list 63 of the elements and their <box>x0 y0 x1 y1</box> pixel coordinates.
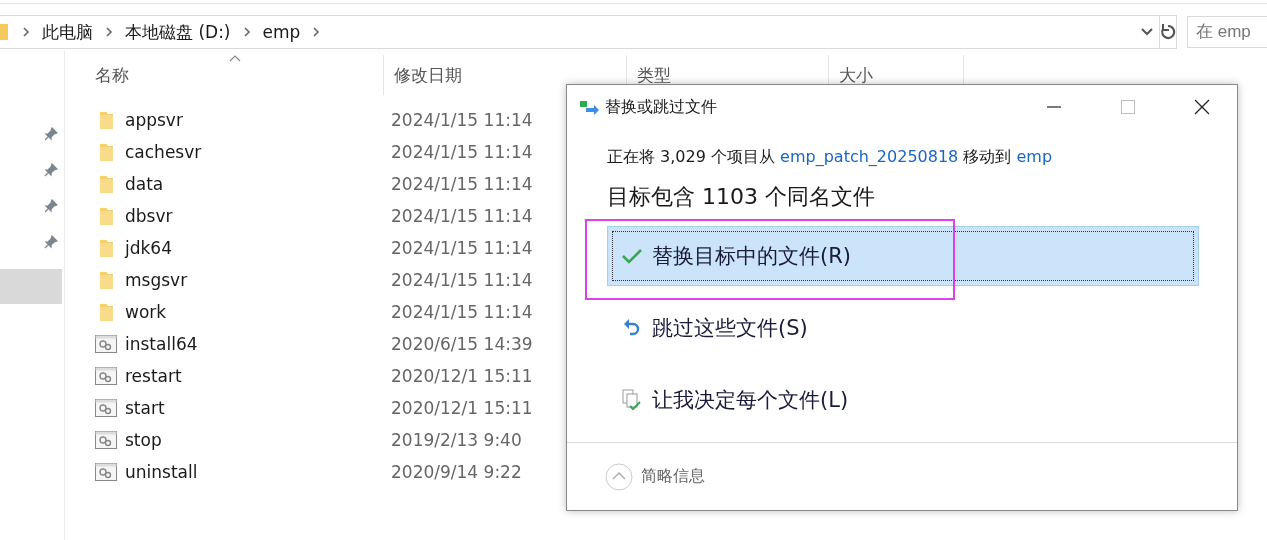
search-field[interactable]: 在 emp <box>1187 16 1267 48</box>
file-name[interactable]: install64 <box>125 334 391 354</box>
file-name[interactable]: restart <box>125 366 391 386</box>
chevron-icon[interactable] <box>22 27 30 37</box>
modified-date: 2020/12/1 15:11 <box>391 366 533 386</box>
maximize-icon <box>1121 100 1135 114</box>
option-button[interactable]: 跳过这些文件(S) <box>607 298 1199 358</box>
option-button[interactable]: 替换目标中的文件(R) <box>607 226 1199 286</box>
chevron-up-icon <box>605 462 633 491</box>
modified-date: 2024/1/15 11:14 <box>391 270 533 290</box>
file-name[interactable]: dbsvr <box>125 206 391 226</box>
file-name[interactable]: cachesvr <box>125 142 391 162</box>
modified-date: 2020/12/1 15:11 <box>391 398 533 418</box>
breadcrumb-item[interactable]: emp <box>262 22 301 42</box>
gear-file-icon <box>95 367 117 385</box>
file-name[interactable]: jdk64 <box>125 238 391 258</box>
file-name[interactable]: stop <box>125 430 391 450</box>
folder-link[interactable]: emp <box>1016 147 1053 166</box>
checkmark-icon <box>622 248 642 264</box>
file-name[interactable]: msgsvr <box>125 270 391 290</box>
pin-icon[interactable] <box>44 163 58 177</box>
dropdown-icon[interactable] <box>1141 28 1153 36</box>
modified-date: 2024/1/15 11:14 <box>391 110 533 130</box>
refresh-icon <box>1160 23 1176 41</box>
modified-date: 2024/1/15 11:14 <box>391 238 533 258</box>
modified-date: 2020/6/15 14:39 <box>391 334 533 354</box>
address-bar[interactable]: 此电脑 本地磁盘 (D:) emp <box>0 15 1160 49</box>
file-name[interactable]: work <box>125 302 391 322</box>
gear-file-icon <box>95 335 117 353</box>
breadcrumb-item[interactable]: 此电脑 <box>42 20 93 44</box>
pin-icon[interactable] <box>44 235 58 249</box>
file-name[interactable]: appsvr <box>125 110 391 130</box>
modified-date: 2019/2/13 9:40 <box>391 430 522 450</box>
file-name[interactable]: uninstall <box>125 462 391 482</box>
gear-file-icon <box>95 463 117 481</box>
folder-icon <box>0 24 8 40</box>
pin-icon[interactable] <box>44 127 58 141</box>
file-name[interactable]: start <box>125 398 391 418</box>
window-title: 替换或跳过文件 <box>605 96 717 118</box>
chevron-icon[interactable] <box>312 27 321 37</box>
gear-file-icon <box>95 431 117 449</box>
gear-file-icon <box>95 399 117 417</box>
details-toggle[interactable]: 简略信息 <box>605 462 705 491</box>
modified-date: 2020/9/14 9:22 <box>391 462 522 482</box>
modified-date: 2024/1/15 11:14 <box>391 302 533 322</box>
documents-icon <box>622 389 642 411</box>
file-name[interactable]: data <box>125 174 391 194</box>
breadcrumb-item[interactable]: 本地磁盘 (D:) <box>125 20 231 44</box>
option-button[interactable]: 让我决定每个文件(L) <box>607 370 1199 430</box>
modified-date: 2024/1/15 11:14 <box>391 142 533 162</box>
undo-arrow-icon <box>622 318 642 338</box>
dialog-heading: 目标包含 1103 个同名文件 <box>607 183 876 211</box>
chevron-icon[interactable] <box>105 27 113 37</box>
move-files-icon <box>579 99 601 115</box>
refresh-button[interactable] <box>1159 15 1177 49</box>
chevron-icon[interactable] <box>242 27 251 37</box>
close-icon <box>1194 99 1210 115</box>
modified-date: 2024/1/15 11:14 <box>391 174 533 194</box>
column-header[interactable]: 名称 <box>83 55 384 95</box>
modified-date: 2024/1/15 11:14 <box>391 206 533 226</box>
pin-icon[interactable] <box>44 199 58 213</box>
status-message: 正在将 3,029 个项目从 emp_patch_20250818 移动到 emp <box>607 147 1054 168</box>
folder-link[interactable]: emp_patch_20250818 <box>780 147 959 166</box>
